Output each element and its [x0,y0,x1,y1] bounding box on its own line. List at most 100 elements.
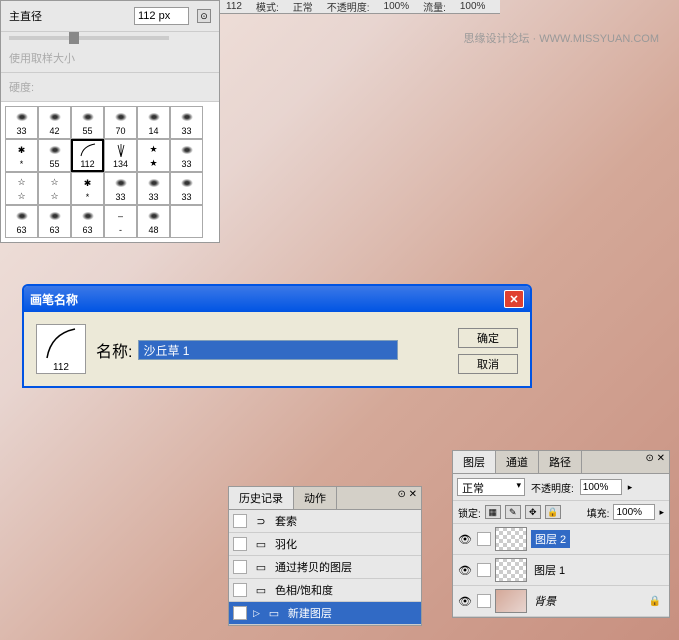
brush-glyph-icon: ✱ [78,176,98,191]
hardness-label: 硬度: [9,79,34,95]
visibility-icon[interactable]: 👁 [457,563,473,577]
opacity-label: 不透明度: [531,480,574,495]
history-item[interactable]: ▭色相/饱和度 [229,579,421,602]
brush-glyph-icon [177,143,197,158]
layer-name-label[interactable]: 背景 [531,592,559,610]
history-item[interactable]: ▭羽化 [229,533,421,556]
history-state-icon [233,583,247,597]
layer-row[interactable]: 👁 图层 1 [453,555,669,586]
brush-preset-15[interactable]: 33 [104,172,137,205]
brush-glyph-icon [12,209,32,224]
tab-channels[interactable]: 通道 [496,451,539,473]
brush-preset-17[interactable]: 33 [170,172,203,205]
brush-name-input[interactable] [138,340,398,360]
brush-size-label: * [86,192,90,202]
brush-size-label: 33 [16,126,26,136]
tab-actions[interactable]: 动作 [294,487,337,509]
close-icon[interactable]: ✕ [504,290,524,308]
lock-icon: 🔒 [649,596,661,607]
fill-input[interactable] [613,504,655,520]
brush-preset-grid: 334255701433✱*55112134★★33☆☆☆☆✱*33333363… [1,102,219,242]
tab-history[interactable]: 历史记录 [229,487,294,509]
brush-preset-18[interactable]: 63 [5,205,38,238]
brush-preset-22[interactable]: 48 [137,205,170,238]
diameter-label: 主直径 [9,8,42,24]
visibility-icon[interactable]: 👁 [457,532,473,546]
brush-preset-19[interactable]: 63 [38,205,71,238]
link-slot[interactable] [477,563,491,577]
history-item-label: 新建图层 [288,605,332,621]
blend-mode-select[interactable]: 正常 [457,478,525,496]
layer-name-label[interactable]: 图层 1 [531,561,568,579]
history-panel: 历史记录 动作 ⊙ ✕ ⊃套索▭羽化▭通过拷贝的图层▭色相/饱和度▷▭新建图层 [228,486,422,626]
fill-arrow-icon[interactable]: ▸ [659,507,664,518]
brush-size-label: ★ [149,158,157,169]
slider-thumb[interactable] [69,32,79,44]
mode-value[interactable]: 正常 [293,0,313,14]
cancel-button[interactable]: 取消 [458,354,518,374]
brush-preset-0[interactable]: 33 [5,106,38,139]
visibility-icon[interactable]: 👁 [457,594,473,608]
link-slot[interactable] [477,594,491,608]
brush-preset-3[interactable]: 70 [104,106,137,139]
brush-preset-7[interactable]: 55 [38,139,71,172]
opacity-arrow-icon[interactable]: ▸ [628,482,633,493]
opacity-input[interactable] [580,479,622,495]
history-item-label: 套索 [275,513,297,529]
brush-preset-2[interactable]: 55 [71,106,104,139]
layer-thumb[interactable] [495,527,527,551]
brush-preset-10[interactable]: ★★ [137,139,170,172]
brush-preset-21[interactable]: –- [104,205,137,238]
diameter-input[interactable] [134,7,189,25]
opacity-value[interactable]: 100% [384,1,410,12]
ok-button[interactable]: 确定 [458,328,518,348]
layer-row[interactable]: 👁 图层 2 [453,524,669,555]
brush-preset-8[interactable]: 112 [71,139,104,172]
history-item[interactable]: ▭通过拷贝的图层 [229,556,421,579]
history-item[interactable]: ▷▭新建图层 [229,602,421,625]
brush-glyph-icon [177,214,197,229]
panel-menu-icon[interactable]: ⊙ ✕ [393,487,421,509]
history-item[interactable]: ⊃ 套索 [229,510,421,533]
layers-menu-icon[interactable]: ⊙ ✕ [641,451,669,473]
history-type-icon: ⊃ [253,514,269,528]
flow-value[interactable]: 100% [460,1,486,12]
brush-preset-1[interactable]: 42 [38,106,71,139]
brush-preset-6[interactable]: ✱* [5,139,38,172]
lock-transparent-icon[interactable]: ▦ [485,505,501,519]
history-state-icon [233,537,247,551]
brush-preset-11[interactable]: 33 [170,139,203,172]
dialog-titlebar[interactable]: 画笔名称 ✕ [24,286,530,312]
diameter-slider[interactable] [9,36,169,40]
history-item-label: 色相/饱和度 [275,582,333,598]
lock-position-icon[interactable]: ✥ [525,505,541,519]
brush-glyph-icon [177,176,197,191]
brush-preset-5[interactable]: 33 [170,106,203,139]
layer-name-label[interactable]: 图层 2 [531,530,570,548]
brush-size-label: 63 [49,225,59,235]
link-slot[interactable] [477,532,491,546]
layer-thumb[interactable] [495,589,527,613]
diameter-row: 主直径 ⊙ [1,1,219,32]
brush-size-label: 63 [16,225,26,235]
layer-row[interactable]: 👁 背景 🔒 [453,586,669,617]
brush-preset-4[interactable]: 14 [137,106,170,139]
brush-preset-20[interactable]: 63 [71,205,104,238]
dialog-title-text: 画笔名称 [30,291,78,308]
brush-preset-9[interactable]: 134 [104,139,137,172]
diameter-arrow-icon[interactable]: ⊙ [197,9,211,23]
layer-thumb[interactable] [495,558,527,582]
brush-preset-13[interactable]: ☆☆ [38,172,71,205]
brush-preset-23[interactable] [170,205,203,238]
tab-layers[interactable]: 图层 [453,451,496,473]
tab-paths[interactable]: 路径 [539,451,582,473]
lock-pixels-icon[interactable]: ✎ [505,505,521,519]
brush-preset-12[interactable]: ☆☆ [5,172,38,205]
brush-glyph-icon [111,110,131,125]
brush-glyph-icon [45,110,65,125]
brush-preset-14[interactable]: ✱* [71,172,104,205]
brush-preset-16[interactable]: 33 [137,172,170,205]
lock-all-icon[interactable]: 🔒 [545,505,561,519]
brush-size-label: 33 [181,159,191,169]
history-type-icon: ▭ [253,560,269,574]
